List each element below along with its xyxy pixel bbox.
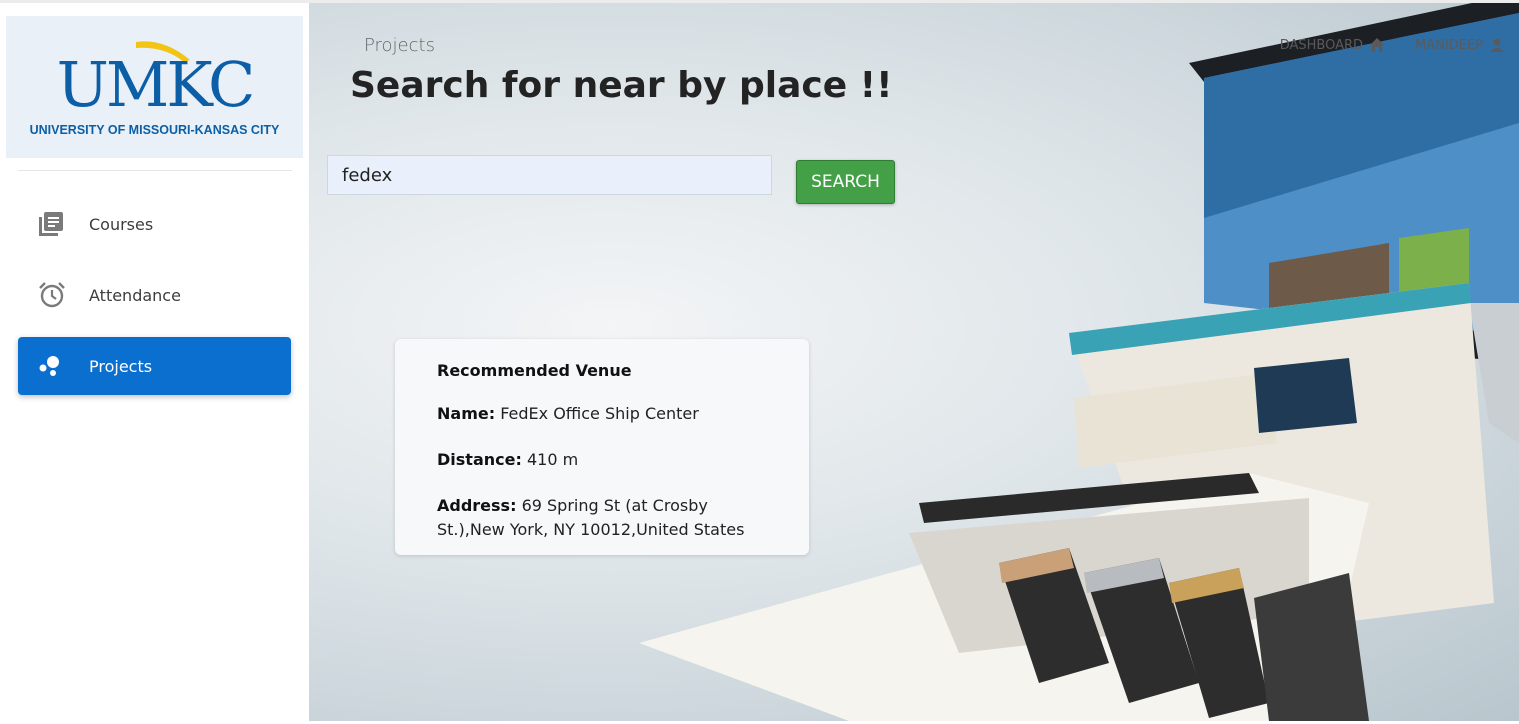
alarm-clock-icon (38, 281, 78, 309)
sidebar-item-label: Projects (89, 356, 153, 376)
breadcrumb[interactable]: Projects (364, 35, 435, 56)
venue-distance-label: Distance: (437, 450, 522, 469)
search-button[interactable]: SEARCH (796, 160, 895, 204)
page-title: Search for near by place !! (350, 65, 893, 106)
top-nav: DASHBOARD MANIDEEP (1280, 37, 1505, 53)
sidebar: UMKC UNIVERSITY OF MISSOURI-KANSAS CITY … (0, 3, 309, 724)
venue-name: FedEx Office Ship Center (500, 404, 699, 423)
sidebar-item-courses[interactable]: Courses (18, 195, 291, 253)
sidebar-divider (18, 170, 292, 171)
home-icon (1369, 37, 1385, 53)
search-input[interactable] (327, 155, 772, 195)
venue-heading: Recommended Venue (437, 361, 632, 380)
sidebar-item-attendance[interactable]: Attendance (18, 266, 291, 324)
venue-address-label: Address: (437, 496, 517, 515)
sidebar-item-label: Courses (89, 214, 154, 234)
logo[interactable]: UMKC UNIVERSITY OF MISSOURI-KANSAS CITY (6, 16, 303, 158)
user-menu[interactable]: MANIDEEP (1415, 37, 1505, 53)
logo-subtitle: UNIVERSITY OF MISSOURI-KANSAS CITY (29, 123, 280, 137)
venue-card: Recommended Venue Name: FedEx Office Shi… (395, 339, 809, 555)
venue-name-row: Name: FedEx Office Ship Center (437, 402, 767, 426)
sidebar-item-projects[interactable]: Projects (18, 337, 291, 395)
venue-distance: 410 m (526, 450, 579, 469)
venue-distance-row: Distance: 410 m (437, 448, 767, 472)
person-icon (1489, 37, 1505, 53)
bubbles-icon (38, 354, 78, 378)
main-content: Projects Search for near by place !! SEA… (309, 3, 1519, 721)
sidebar-item-label: Attendance (89, 285, 181, 305)
dashboard-link[interactable]: DASHBOARD (1280, 37, 1385, 53)
venue-name-label: Name: (437, 404, 496, 423)
logo-mark: UMKC (56, 48, 256, 121)
dashboard-label: DASHBOARD (1279, 37, 1364, 53)
venue-address-row: Address: 69 Spring St (at Crosby St.),Ne… (437, 494, 767, 542)
book-icon (38, 211, 78, 237)
user-name: MANIDEEP (1415, 37, 1483, 53)
